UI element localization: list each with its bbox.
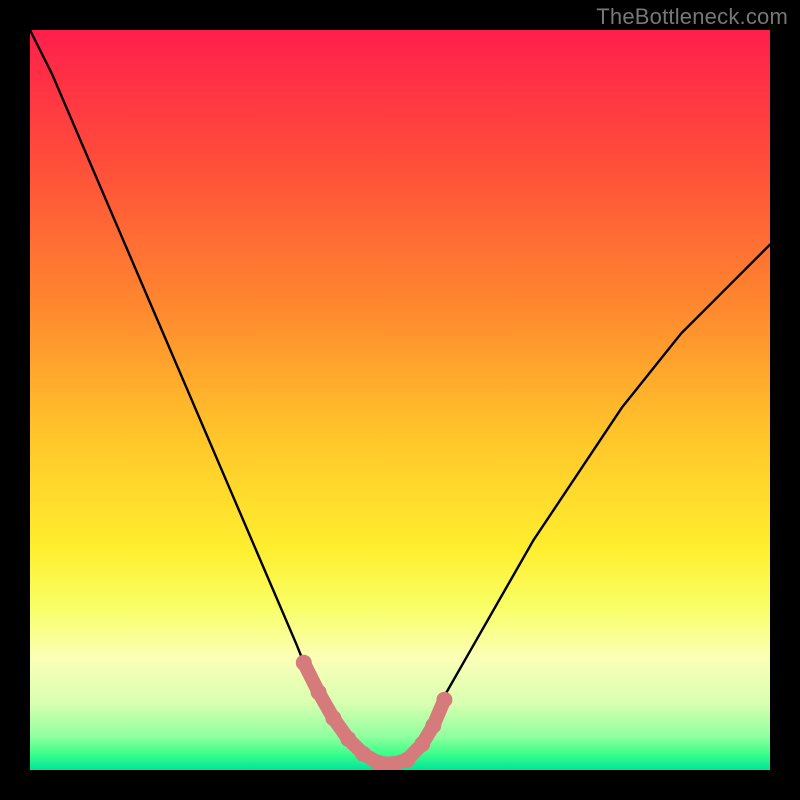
watermark-text: TheBottleneck.com [596,4,788,30]
highlight-dot [355,746,371,762]
plot-area [30,30,770,770]
highlight-dot [436,692,452,708]
highlight-dot [414,736,430,752]
highlight-dot [370,755,386,770]
highlight-dot [399,752,415,768]
highlight-dot [325,710,341,726]
highlight-dot [296,655,312,671]
highlight-dot [425,718,441,734]
gradient-background [30,30,770,770]
chart-frame: TheBottleneck.com [0,0,800,800]
chart-svg [30,30,770,770]
highlight-dot [311,684,327,700]
highlight-dot [340,731,356,747]
